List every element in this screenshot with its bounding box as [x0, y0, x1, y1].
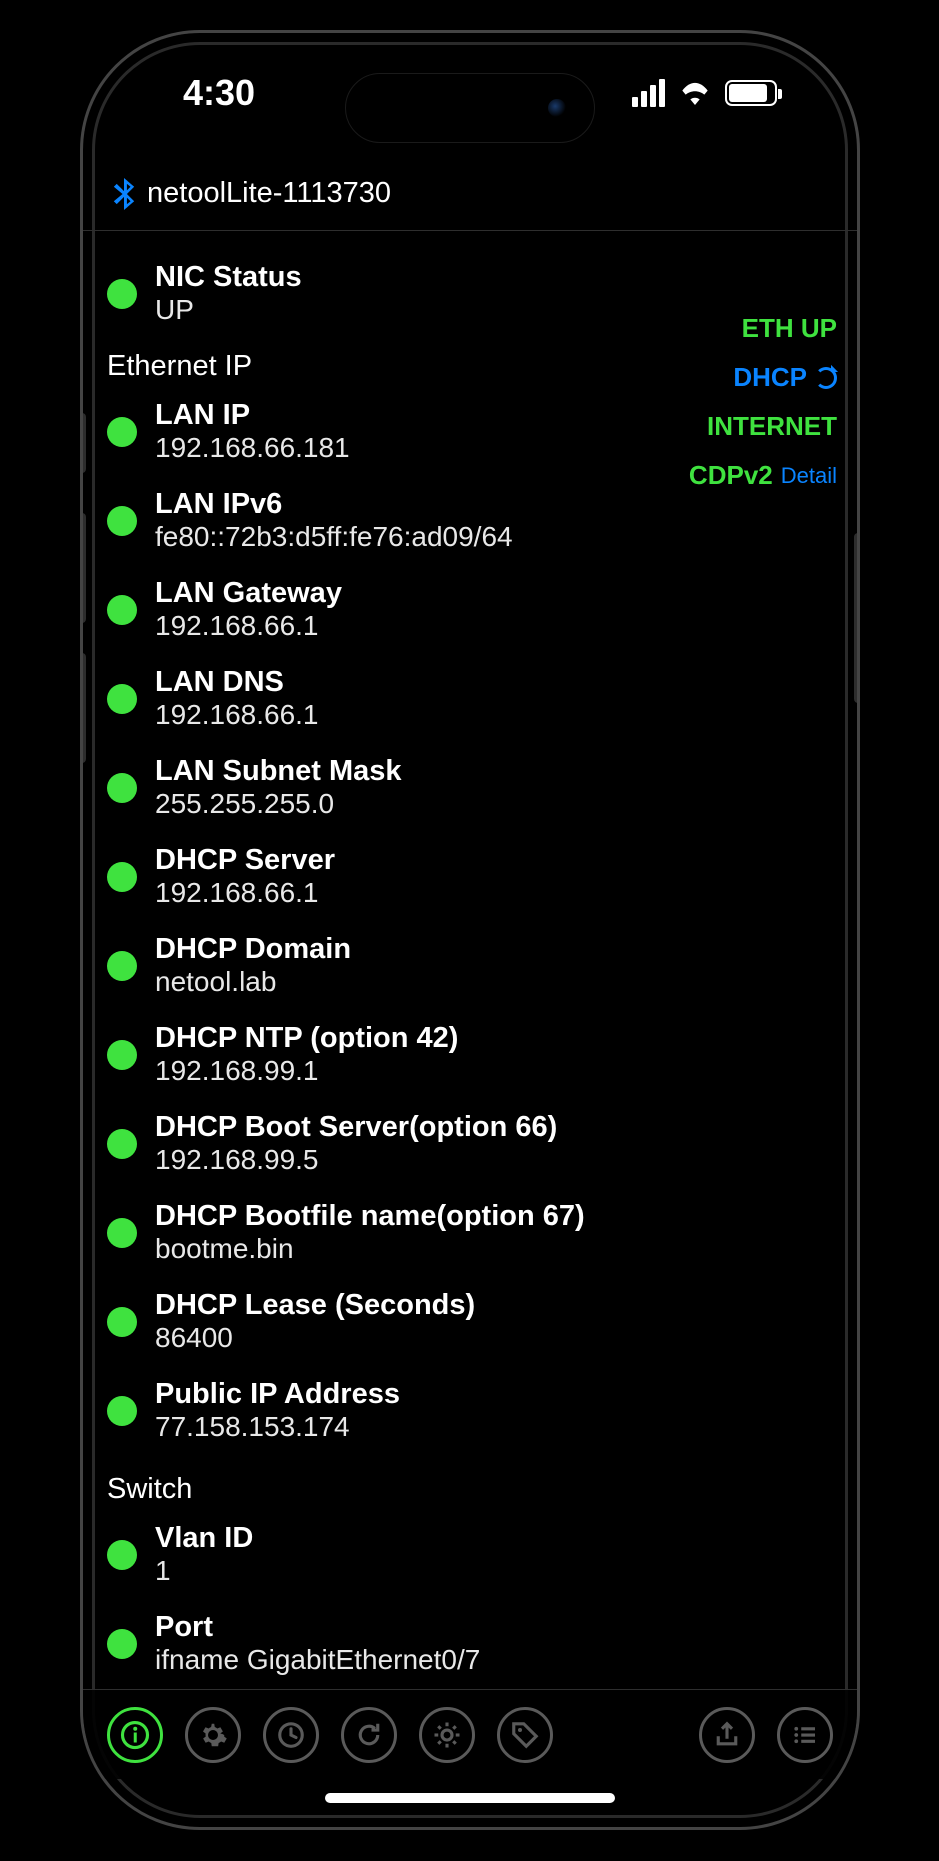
row-label: NIC Status	[155, 261, 302, 294]
row-label: LAN IPv6	[155, 488, 513, 521]
row-label: DHCP Bootfile name(option 67)	[155, 1200, 585, 1233]
tag-tab-button[interactable]	[497, 1707, 553, 1763]
status-dot-icon	[107, 1307, 137, 1337]
phone-frame: 4:30 netoolLite-1113730 ETH UP DHCP	[80, 30, 860, 1830]
status-dot-icon	[107, 951, 137, 981]
row-value: 192.168.99.1	[155, 1055, 458, 1087]
row-label: DHCP Lease (Seconds)	[155, 1289, 475, 1322]
info-tab-button[interactable]	[107, 1707, 163, 1763]
info-row: LAN DNS192.168.66.1	[107, 666, 833, 731]
device-header: netoolLite-1113730	[83, 153, 857, 231]
info-row: DHCP Boot Server(option 66)192.168.99.5	[107, 1111, 833, 1176]
row-value: bootme.bin	[155, 1233, 585, 1265]
row-label: DHCP Boot Server(option 66)	[155, 1111, 557, 1144]
row-label: Public IP Address	[155, 1378, 400, 1411]
info-row: DHCP Bootfile name(option 67)bootme.bin	[107, 1200, 833, 1265]
row-label: Port	[155, 1611, 480, 1644]
wifi-icon	[679, 81, 711, 105]
status-dot-icon	[107, 1218, 137, 1248]
clock-icon	[276, 1720, 306, 1750]
settings-tab-button[interactable]	[185, 1707, 241, 1763]
info-row: DHCP Domainnetool.lab	[107, 933, 833, 998]
bottom-toolbar	[83, 1689, 857, 1779]
row-label: LAN DNS	[155, 666, 319, 699]
section-switch: Switch	[107, 1473, 833, 1506]
refresh-icon	[354, 1720, 384, 1750]
status-dot-icon	[107, 1129, 137, 1159]
row-value: UP	[155, 294, 302, 326]
row-label: DHCP Domain	[155, 933, 351, 966]
row-value: 1	[155, 1555, 253, 1587]
row-value: 86400	[155, 1322, 475, 1354]
status-dot-icon	[107, 1629, 137, 1659]
row-value: ifname GigabitEthernet0/7	[155, 1644, 480, 1676]
cellular-signal-icon	[632, 79, 665, 107]
row-label: LAN IP	[155, 399, 350, 432]
menu-button[interactable]	[777, 1707, 833, 1763]
dynamic-island	[345, 73, 595, 143]
sun-icon	[432, 1720, 462, 1750]
dhcp-status-badge[interactable]: DHCP	[733, 362, 837, 393]
status-dot-icon	[107, 506, 137, 536]
device-name: netoolLite-1113730	[147, 177, 391, 210]
row-label: LAN Subnet Mask	[155, 755, 402, 788]
status-dot-icon	[107, 773, 137, 803]
row-value: 77.158.153.174	[155, 1411, 400, 1443]
share-icon	[712, 1720, 742, 1750]
row-label: DHCP Server	[155, 844, 335, 877]
battery-icon	[725, 80, 777, 106]
status-dot-icon	[107, 1540, 137, 1570]
status-dot-icon	[107, 862, 137, 892]
info-row: LAN IPv6fe80::72b3:d5ff:fe76:ad09/64	[107, 488, 833, 553]
status-dot-icon	[107, 595, 137, 625]
eth-status-badge: ETH UP	[742, 313, 837, 344]
status-dot-icon	[107, 1040, 137, 1070]
row-value: fe80::72b3:d5ff:fe76:ad09/64	[155, 521, 513, 553]
row-value: 192.168.66.1	[155, 610, 342, 642]
clock: 4:30	[183, 72, 255, 114]
row-label: Vlan ID	[155, 1522, 253, 1555]
row-value: netool.lab	[155, 966, 351, 998]
status-badges: ETH UP DHCP INTERNET CDPv2 Detail	[689, 313, 837, 491]
row-value: 192.168.66.1	[155, 877, 335, 909]
gear-icon	[198, 1720, 228, 1750]
row-value: 255.255.255.0	[155, 788, 402, 820]
info-row: Vlan ID1	[107, 1522, 833, 1587]
status-dot-icon	[107, 417, 137, 447]
refresh-tab-button[interactable]	[341, 1707, 397, 1763]
info-icon	[120, 1720, 150, 1750]
main-content[interactable]: ETH UP DHCP INTERNET CDPv2 Detail NIC St…	[83, 243, 857, 1687]
info-row: Portifname GigabitEthernet0/7	[107, 1611, 833, 1676]
brightness-tab-button[interactable]	[419, 1707, 475, 1763]
detail-link[interactable]: Detail	[781, 463, 837, 489]
share-button[interactable]	[699, 1707, 755, 1763]
row-label: DHCP NTP (option 42)	[155, 1022, 458, 1055]
info-row: DHCP NTP (option 42)192.168.99.1	[107, 1022, 833, 1087]
info-row: DHCP Lease (Seconds)86400	[107, 1289, 833, 1354]
status-dot-icon	[107, 1396, 137, 1426]
info-row: DHCP Server192.168.66.1	[107, 844, 833, 909]
tag-icon	[510, 1720, 540, 1750]
list-icon	[790, 1720, 820, 1750]
row-value: 192.168.66.1	[155, 699, 319, 731]
home-indicator[interactable]	[325, 1793, 615, 1803]
row-label: LAN Gateway	[155, 577, 342, 610]
row-value: 192.168.99.5	[155, 1144, 557, 1176]
status-dot-icon	[107, 279, 137, 309]
info-row: LAN Gateway192.168.66.1	[107, 577, 833, 642]
bluetooth-icon	[113, 178, 135, 210]
info-row: Public IP Address 77.158.153.174	[107, 1378, 833, 1443]
status-dot-icon	[107, 684, 137, 714]
info-row: LAN Subnet Mask255.255.255.0	[107, 755, 833, 820]
internet-status-badge: INTERNET	[707, 411, 837, 442]
row-value: 192.168.66.181	[155, 432, 350, 464]
refresh-icon[interactable]	[815, 367, 837, 389]
history-tab-button[interactable]	[263, 1707, 319, 1763]
protocol-badge[interactable]: CDPv2 Detail	[689, 460, 837, 491]
